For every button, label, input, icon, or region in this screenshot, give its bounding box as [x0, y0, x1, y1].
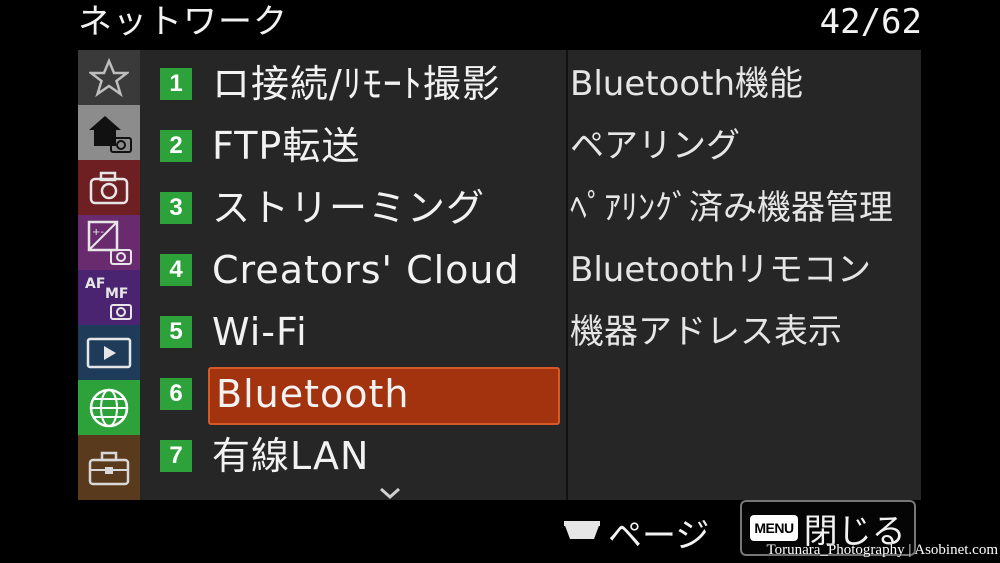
- menu-list: 1 ロ接続/ﾘﾓｰﾄ撮影 2 FTP転送 3 ストリーミング 4 Creator…: [140, 50, 566, 500]
- item-number: 5: [160, 316, 192, 348]
- home-camera-icon: [89, 115, 132, 153]
- item-number: 4: [160, 254, 192, 286]
- submenu-item-bluetooth-remote[interactable]: Bluetoothリモコン: [570, 239, 921, 301]
- submenu-item-pairing[interactable]: ペアリング: [570, 115, 921, 177]
- item-number: 1: [160, 68, 192, 100]
- submenu-item-bluetooth-function[interactable]: Bluetooth機能: [570, 53, 921, 115]
- toolbox-icon: [88, 451, 130, 485]
- submenu-item-device-address[interactable]: 機器アドレス表示: [570, 301, 921, 363]
- submenu-item-paired-devices[interactable]: ﾍﾟｱﾘﾝｸﾞ済み機器管理: [570, 177, 921, 239]
- page-label: ページ: [608, 515, 710, 556]
- column-divider: [566, 50, 568, 500]
- chevron-down-icon[interactable]: [378, 486, 402, 500]
- menu-item-creators-cloud[interactable]: 4 Creators' Cloud: [140, 239, 566, 301]
- page-title: ネットワーク: [78, 2, 288, 42]
- page-counter: 42/62: [819, 2, 922, 42]
- menu-item-label: Wi-Fi: [212, 310, 308, 354]
- category-exposure[interactable]: +-: [78, 215, 140, 270]
- item-number: 6: [160, 378, 192, 410]
- menu-item-ftp[interactable]: 2 FTP転送: [140, 115, 566, 177]
- item-number: 2: [160, 130, 192, 162]
- menu-item-label: ストリーミング: [212, 186, 486, 230]
- menu-item-label: Creators' Cloud: [212, 248, 520, 292]
- menu-item-label: ロ接続/ﾘﾓｰﾄ撮影: [212, 62, 501, 106]
- category-main[interactable]: [78, 105, 140, 160]
- control-wheel-icon: [564, 521, 600, 539]
- category-shooting[interactable]: [78, 160, 140, 215]
- submenu-list: Bluetooth機能 ペアリング ﾍﾟｱﾘﾝｸﾞ済み機器管理 Bluetoot…: [570, 50, 921, 500]
- page-hint: ページ: [562, 510, 710, 556]
- menu-key-icon: MENU: [750, 515, 798, 541]
- item-number: 7: [160, 440, 192, 472]
- af-mf-camera-icon: AFMF: [85, 276, 132, 320]
- menu-panel: +- AF MF 1 ロ接続/ﾘﾓｰﾄ撮影 2 FTP転送 3 ストリーミング 4: [78, 50, 921, 500]
- menu-item-wifi[interactable]: 5 Wi-Fi: [140, 301, 566, 363]
- menu-item-label: 有線LAN: [212, 434, 370, 478]
- exposure-camera-icon: +-: [87, 220, 132, 265]
- category-my-menu[interactable]: [78, 50, 140, 105]
- menu-item-bluetooth[interactable]: 6 Bluetooth: [140, 363, 566, 425]
- item-number: 3: [160, 192, 192, 224]
- svg-text:+-: +-: [92, 227, 104, 238]
- category-setup[interactable]: [78, 435, 140, 500]
- watermark: Torunara_Photography | Asobinet.com: [766, 542, 999, 558]
- category-focus[interactable]: AF MF: [78, 270, 140, 325]
- menu-item-remote-shooting[interactable]: 1 ロ接続/ﾘﾓｰﾄ撮影: [140, 53, 566, 115]
- menu-item-streaming[interactable]: 3 ストリーミング: [140, 177, 566, 239]
- category-playback[interactable]: [78, 325, 140, 380]
- svg-text:AF: AF: [85, 276, 105, 292]
- svg-text:MF: MF: [105, 286, 129, 302]
- playback-icon: [86, 337, 132, 368]
- camera-icon: [89, 171, 129, 204]
- category-sidebar: +- AF MF: [78, 50, 140, 500]
- menu-item-label: Bluetooth: [216, 372, 410, 416]
- network-globe-icon: [89, 388, 129, 427]
- menu-item-wired-lan[interactable]: 7 有線LAN: [140, 425, 566, 487]
- star-icon: [89, 57, 129, 97]
- category-network[interactable]: [78, 380, 140, 435]
- menu-item-label: FTP転送: [212, 124, 361, 168]
